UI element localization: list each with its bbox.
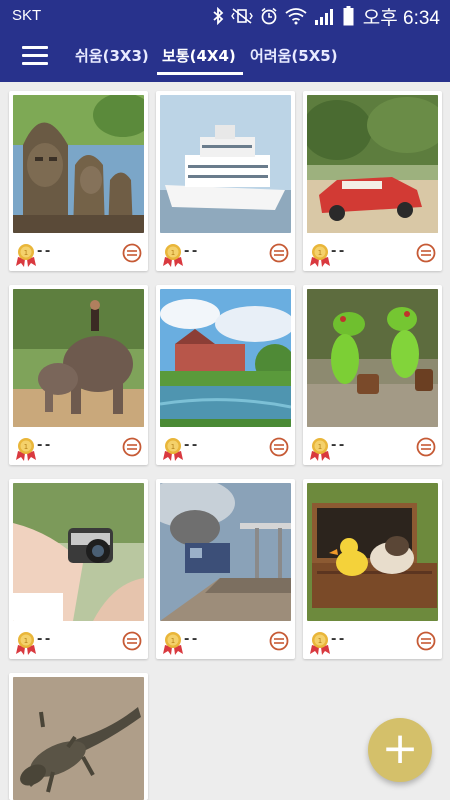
status-bar: SKT 오후 6:34 xyxy=(0,0,450,32)
best-score: - - xyxy=(184,244,197,259)
status-icons: 오후 6:34 xyxy=(212,4,440,29)
coin-icon xyxy=(122,631,142,651)
puzzle-thumbnail xyxy=(160,483,291,621)
svg-text:1: 1 xyxy=(24,443,28,451)
svg-text:1: 1 xyxy=(171,443,175,451)
battery-icon xyxy=(343,6,354,26)
coin-icon xyxy=(416,437,436,457)
coin-icon xyxy=(122,437,142,457)
puzzle-thumbnail xyxy=(160,289,291,427)
coin-icon xyxy=(269,243,289,263)
svg-text:1: 1 xyxy=(171,249,175,257)
puzzle-thumbnail xyxy=(307,289,438,427)
puzzle-thumbnail xyxy=(13,289,144,427)
puzzle-card[interactable]: 1 - - xyxy=(9,285,148,465)
coin-icon xyxy=(269,631,289,651)
best-score: - - xyxy=(331,632,344,647)
medal-icon: 1 xyxy=(163,244,183,267)
tab-easy[interactable]: 쉬움(3X3) xyxy=(75,45,149,66)
puzzle-card[interactable]: 1 - - xyxy=(156,91,295,271)
puzzle-card[interactable]: 1 - - xyxy=(156,285,295,465)
tab-indicator xyxy=(157,72,243,75)
puzzle-card[interactable]: 1 - - xyxy=(303,91,442,271)
svg-text:1: 1 xyxy=(318,637,322,645)
medal-icon: 1 xyxy=(310,438,330,461)
puzzle-thumbnail xyxy=(13,483,144,621)
medal-icon: 1 xyxy=(163,438,183,461)
medal-icon: 1 xyxy=(16,632,36,655)
coin-icon xyxy=(269,437,289,457)
tab-normal[interactable]: 보통(4X4) xyxy=(162,45,236,66)
puzzle-thumbnail xyxy=(160,95,291,233)
bluetooth-icon xyxy=(213,7,224,25)
medal-icon: 1 xyxy=(310,244,330,267)
best-score: - - xyxy=(37,438,50,453)
coin-icon xyxy=(416,631,436,651)
coin-icon xyxy=(122,243,142,263)
medal-icon: 1 xyxy=(16,244,36,267)
plus-icon: + xyxy=(381,723,419,774)
best-score: - - xyxy=(184,632,197,647)
best-score: - - xyxy=(331,244,344,259)
tab-hard[interactable]: 어려움(5X5) xyxy=(250,45,338,66)
medal-icon: 1 xyxy=(16,438,36,461)
coin-icon xyxy=(416,243,436,263)
svg-text:1: 1 xyxy=(171,637,175,645)
puzzle-card[interactable]: 1 - - xyxy=(156,479,295,659)
best-score: - - xyxy=(331,438,344,453)
carrier-label: SKT xyxy=(12,7,42,24)
svg-text:1: 1 xyxy=(24,249,28,257)
puzzle-card[interactable]: 1 - - xyxy=(303,479,442,659)
svg-text:1: 1 xyxy=(24,637,28,645)
clock: 오후 6:34 xyxy=(362,7,440,29)
best-score: - - xyxy=(37,632,50,647)
puzzle-thumbnail xyxy=(307,95,438,233)
wifi-icon xyxy=(285,8,307,25)
puzzle-thumbnail xyxy=(13,677,144,800)
medal-icon: 1 xyxy=(310,632,330,655)
svg-text:1: 1 xyxy=(318,443,322,451)
best-score: - - xyxy=(37,244,50,259)
svg-text:1: 1 xyxy=(318,249,322,257)
best-score: - - xyxy=(184,438,197,453)
puzzle-card[interactable]: 1 - - xyxy=(303,285,442,465)
alarm-icon xyxy=(261,7,277,25)
add-puzzle-button[interactable]: + xyxy=(368,718,432,782)
puzzle-card[interactable]: 1 - - xyxy=(9,479,148,659)
puzzle-card[interactable] xyxy=(9,673,148,800)
puzzle-thumbnail xyxy=(13,95,144,233)
puzzle-thumbnail xyxy=(307,483,438,621)
medal-icon: 1 xyxy=(163,632,183,655)
signal-icon xyxy=(314,9,333,25)
vibrate-mute-icon xyxy=(230,8,253,24)
menu-icon[interactable] xyxy=(22,46,48,68)
puzzle-card[interactable]: 1 - - xyxy=(9,91,148,271)
